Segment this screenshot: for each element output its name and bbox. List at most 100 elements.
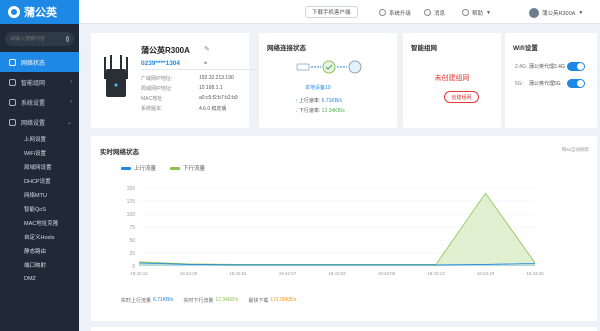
sidebar: 蒲公英 网络状态 智能组网 › 系统设置 › 网络设置 ⌄ 上网设置 WiFi设… [0,0,79,331]
smart-network-status: 未创建组网 [434,75,470,82]
caret-down-icon: ▼ [486,9,491,16]
local-device-count[interactable]: 本地设备10 [305,84,331,91]
network-status-card: 网络连接状态 本地设备10 ↑ 上行速率: 6.71KB/s ↓ 下行速率: 1… [259,33,397,128]
foot-peak-value: 171.05KB/s [270,297,297,303]
link-icon[interactable]: ⚭ [203,60,208,67]
realtime-network-title: 实时网络状态 [100,149,139,156]
legend-swatch [170,166,181,170]
sidebar-item-label: 系统设置 [21,100,46,107]
sidebar-item-system-settings[interactable]: 系统设置 › [0,92,79,112]
realtime-network-card: 实时网络状态 每5s自动刷新 上行流量 下行流量 0 25 50 75 100 125 15… [91,136,597,321]
x-tick-label: 19:42:57 [279,271,297,276]
lan-ip-label: 局域网IP地址: [141,86,173,92]
sidebar-subitem-qos[interactable]: 智能QoS [0,202,79,216]
foot-download-value: 12.34KB/s [215,297,239,303]
wifi-band-label: 5G: [515,80,524,87]
chart-legend: 上行流量 下行流量 [121,164,219,172]
sidebar-search-input[interactable] [10,36,66,42]
edit-icon[interactable]: ✎ [204,45,210,53]
device-menu[interactable]: 蒲公英R300A ▼ [529,7,583,18]
brand-name: 蒲公英 [24,7,57,19]
sidebar-item-label: 网络状态 [21,60,46,67]
foot-upload-label: 实时上行流量 [121,298,152,304]
sidebar-subitem-lan[interactable]: 局域网设置 [0,160,79,174]
gear-icon [9,98,16,106]
messages-label: 消息 [434,10,446,17]
help-icon [462,9,469,16]
arrow-down-icon: ↓ [295,108,298,114]
avatar [529,7,539,18]
sidebar-item-network-status[interactable]: 网络状态 [0,52,79,72]
next-card [91,327,597,331]
legend-swatch [121,166,131,170]
arrow-up-icon: ↑ [295,98,298,104]
traffic-chart: 0 25 50 75 100 125 150 19:42:15 19:42:20 19:42:51… [127,186,545,276]
help-button[interactable]: 帮助 ▼ [462,7,491,18]
sidebar-subitem-hosts[interactable]: 自定义Hosts [0,230,79,244]
lan-ip-value: 10.168.1.1 [199,85,223,91]
sidebar-subitem-mtu[interactable]: 网络MTU [0,188,79,202]
device-menu-label: 蒲公英R300A [542,10,576,17]
wifi-ssid: 蒲公英代理2.4G [529,64,565,70]
y-tick-label: 25 [129,251,135,257]
y-tick-label: 100 [127,212,136,218]
firmware-label: 系统版本: [141,106,163,112]
system-upgrade-label: 系统升级 [389,10,412,17]
sidebar-item-network-settings[interactable]: 网络设置 ⌄ [0,112,79,132]
wan-ip-label: 广域网IP地址: [141,76,173,82]
wifi-ssid: 蒲公英代理5G [529,81,561,87]
sidebar-subitem-dhcp[interactable]: DHCP设置 [0,174,79,188]
upload-rate-value: 6.71KB/s [321,98,342,104]
x-tick-label: 19:43:25 [526,271,544,276]
wifi-band-label: 2.4G: [515,63,528,70]
messages-button[interactable]: 消息 [424,7,445,18]
x-tick-label: 19:43:19 [477,271,495,276]
globe-icon [9,118,16,126]
y-tick-label: 0 [132,264,135,270]
download-app-label: 下载手机客户端 [312,10,351,16]
sidebar-subitem-static-route[interactable]: 静态路由 [0,244,79,258]
legend-item-download[interactable]: 下行流量 [170,164,205,172]
chart-footer: 实时上行流量 6.71KB/s 实时下行流量 12.34KB/s 最快下载 17… [121,297,306,304]
sidebar-subitem-dmz[interactable]: DMZ [0,272,79,286]
sidebar-search[interactable] [5,32,74,46]
bell-icon [424,9,431,16]
wifi-5g-toggle[interactable] [567,79,585,88]
sidebar-item-smart-network[interactable]: 智能组网 › [0,72,79,92]
sidebar-subitem-wifi[interactable]: WiFi设置 [0,146,79,160]
upload-rate: ↑ 上行速率: 6.71KB/s [295,97,342,104]
wan-ip-value: 192.32.213.190 [199,75,234,81]
series-area-download [139,193,535,266]
download-app-button[interactable]: 下载手机客户端 [305,6,358,18]
download-rate-value: 12.34KB/s [321,108,345,114]
system-upgrade-button[interactable]: 系统升级 [379,7,411,18]
legend-item-upload[interactable]: 上行流量 [121,164,156,172]
auto-refresh-note: 每5s自动刷新 [561,147,589,152]
monitor-icon [9,58,16,66]
smart-network-card: 智能组网 未创建组网 创建组网 [403,33,501,128]
y-tick-label: 150 [127,186,136,192]
y-tick-label: 50 [129,238,135,244]
device-name: 蒲公英R300A [141,46,190,55]
divider [141,69,256,70]
x-tick-label: 19:42:15 [130,271,148,276]
create-network-button[interactable]: 创建组网 [444,91,479,103]
chevron-right-icon: › [70,79,72,85]
x-tick-label: 19:42:20 [180,271,198,276]
router-icon [296,63,310,71]
top-bar: 下载手机客户端 系统升级 消息 帮助 ▼ 蒲公英R300A ▼ [79,0,600,24]
brand-logo: 蒲公英 [0,0,79,24]
wifi-settings-title: Wifi设置 [513,45,538,52]
wifi-row-2g: 2.4G: 蒲公英代理2.4G [515,62,585,71]
sidebar-subitem-port-forward[interactable]: 端口映射 [0,258,79,272]
foot-peak-label: 最快下载 [248,298,269,304]
x-tick-label: 19:43:13 [427,271,445,276]
sidebar-subitem-mac-clone[interactable]: MAC地址克隆 [0,216,79,230]
search-icon[interactable] [66,36,69,42]
y-tick-label: 75 [129,225,135,231]
foot-download-label: 实时下行流量 [183,298,214,304]
sidebar-item-label: 智能组网 [21,80,46,87]
device-sn: 0239****1304 [141,60,181,67]
sidebar-subitem-internet[interactable]: 上网设置 [0,132,79,146]
wifi-2g-toggle[interactable] [567,62,585,71]
